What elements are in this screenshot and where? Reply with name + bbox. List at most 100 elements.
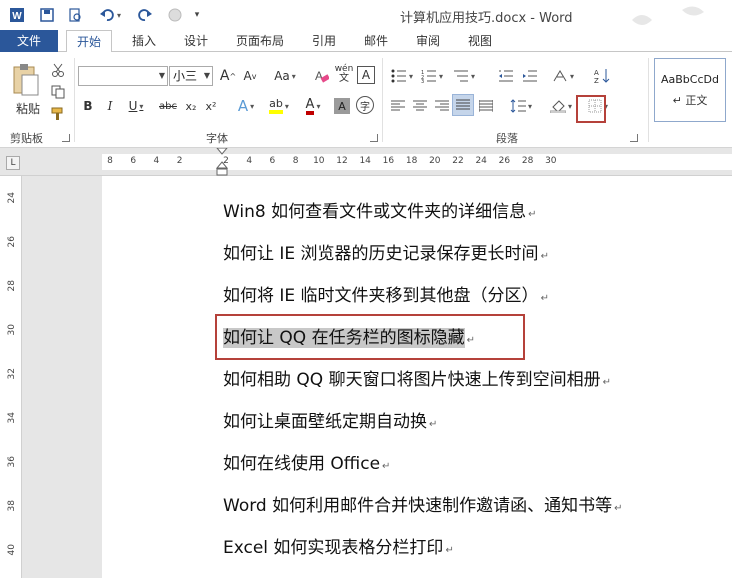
numbering-icon[interactable]: 1 2 3 ▾: [418, 66, 446, 86]
svg-text:W: W: [12, 11, 22, 22]
circle-button-icon[interactable]: [166, 5, 184, 25]
align-left-icon[interactable]: [388, 96, 408, 116]
cut-icon[interactable]: [48, 60, 68, 80]
bullets-icon[interactable]: ▾: [388, 66, 416, 86]
group-separator: [648, 58, 649, 142]
document-line[interactable]: 如何将 IE 临时文件夹移到其他盘（分区） ↵: [223, 285, 549, 310]
multilevel-list-icon[interactable]: ▾: [450, 66, 478, 86]
vertical-ruler-number: 32: [7, 368, 17, 380]
sort-icon[interactable]: AZ: [592, 66, 612, 86]
tab-home[interactable]: 开始: [66, 30, 112, 53]
print-preview-icon[interactable]: [66, 5, 84, 25]
tab-design[interactable]: 设计: [176, 30, 216, 52]
paste-button[interactable]: 粘贴: [8, 98, 48, 118]
ruler-number: 22: [452, 156, 464, 166]
title-bar: W ▾ ▾ 计算机应用技巧.docx - Word: [0, 0, 732, 105]
phonetic-guide-button[interactable]: wén 文: [334, 64, 354, 84]
tab-view[interactable]: 视图: [460, 30, 500, 52]
document-line[interactable]: 如何让桌面壁纸定期自动换 ↵: [223, 411, 437, 436]
justify-icon[interactable]: [452, 94, 474, 116]
ruler-number: 16: [382, 156, 395, 166]
style-name: ↵ 正文: [672, 93, 708, 107]
align-center-icon[interactable]: [410, 96, 430, 116]
tab-references[interactable]: 引用: [304, 30, 344, 52]
italic-button[interactable]: I: [102, 96, 118, 116]
vertical-ruler-number: 30: [7, 324, 17, 336]
borders-highlight-box: [576, 95, 606, 123]
svg-text:Z: Z: [594, 77, 599, 84]
font-name-combo[interactable]: ▼: [78, 66, 168, 86]
font-launcher-icon[interactable]: [370, 134, 378, 142]
style-normal-item[interactable]: AaBbCcDd ↵ 正文: [654, 58, 726, 122]
change-case-button[interactable]: Aa ▾: [270, 66, 300, 86]
distributed-icon[interactable]: [476, 96, 496, 116]
bold-button[interactable]: B: [80, 96, 96, 116]
ruler-number: 2: [223, 156, 229, 166]
subscript-button[interactable]: x₂: [182, 96, 200, 116]
selection-highlight-box: [215, 314, 525, 360]
tab-file[interactable]: 文件: [0, 30, 58, 52]
ruler-number: 8: [292, 156, 299, 166]
paragraph-launcher-icon[interactable]: [630, 134, 638, 142]
ruler-number: 30: [545, 156, 557, 166]
document-line[interactable]: Win8 如何查看文件或文件夹的详细信息 ↵: [223, 201, 537, 226]
underline-button[interactable]: U ▾: [124, 96, 148, 116]
highlight-button[interactable]: ab ▾: [264, 96, 294, 116]
format-painter-icon[interactable]: [48, 104, 68, 124]
ruler-number: 28: [521, 156, 534, 166]
shading-icon[interactable]: ▾: [546, 96, 576, 116]
page-gutter: [22, 176, 102, 578]
clear-format-icon[interactable]: A: [310, 66, 332, 86]
paragraph-mark: ↵: [382, 461, 391, 472]
ruler-number: 24: [475, 156, 487, 166]
ruler-number: 4: [246, 156, 253, 166]
vertical-ruler: 24 26 28 30 32 34 36 38 40: [6, 176, 22, 578]
character-border-button[interactable]: A: [357, 66, 375, 84]
paragraph-mark: ↵: [429, 419, 438, 430]
word-window: W ▾ ▾ 计算机应用技巧.docx - Word 文件 开始 插入 设计 页面…: [0, 0, 732, 578]
decrease-indent-icon[interactable]: [496, 66, 516, 86]
svg-text:A: A: [315, 69, 323, 83]
copy-icon[interactable]: [48, 82, 68, 102]
clipboard-launcher-icon[interactable]: [62, 134, 70, 142]
document-page[interactable]: Win8 如何查看文件或文件夹的详细信息 ↵ 如何让 IE 浏览器的历史记录保存更…: [102, 176, 732, 578]
tab-mailings[interactable]: 邮件: [356, 30, 396, 52]
save-icon[interactable]: [38, 5, 56, 25]
tab-insert[interactable]: 插入: [124, 30, 164, 52]
document-line[interactable]: Word 如何利用邮件合并快速制作邀请函、通知书等 ↵: [223, 495, 623, 520]
strikethrough-button[interactable]: abc: [156, 96, 180, 116]
vertical-ruler-number: 26: [7, 236, 17, 248]
vertical-ruler-number: 24: [7, 192, 17, 204]
font-color-button[interactable]: A ▾: [298, 96, 328, 116]
document-title: 计算机应用技巧.docx - Word: [400, 11, 573, 26]
character-shading-button[interactable]: A: [334, 98, 350, 114]
clipboard-paste-icon[interactable]: [8, 60, 42, 98]
increase-indent-icon[interactable]: [520, 66, 540, 86]
document-line[interactable]: 如何让 IE 浏览器的历史记录保存更长时间 ↵: [223, 243, 549, 268]
superscript-button[interactable]: x²: [202, 96, 220, 116]
chinese-layout-icon[interactable]: ▾: [548, 66, 578, 86]
grow-font-button[interactable]: A ^: [218, 66, 238, 86]
ruler-number: 10: [313, 156, 325, 166]
group-separator: [74, 58, 75, 142]
document-line[interactable]: 如何在线使用 Office ↵: [223, 453, 390, 478]
align-right-icon[interactable]: [432, 96, 452, 116]
shrink-font-button[interactable]: Av: [240, 66, 260, 86]
document-line[interactable]: Excel 如何实现表格分栏打印 ↵: [223, 537, 454, 562]
vertical-ruler-number: 40: [7, 544, 17, 556]
tab-review[interactable]: 审阅: [408, 30, 448, 52]
document-line[interactable]: 如何相助 QQ 聊天窗口将图片快速上传到空间相册 ↵: [223, 369, 611, 394]
enclose-characters-button[interactable]: 字: [356, 96, 374, 114]
redo-icon[interactable]: [136, 5, 154, 25]
vertical-ruler-number: 36: [7, 456, 17, 468]
tab-selector[interactable]: L: [6, 156, 20, 170]
highlighter-icon: ab: [269, 98, 283, 114]
line-spacing-icon[interactable]: ▾: [506, 96, 536, 116]
ruler-number: 14: [359, 156, 371, 166]
text-effects-button[interactable]: A ▾: [232, 96, 260, 116]
font-size-combo[interactable]: 小三 ▼: [169, 66, 213, 86]
customize-qa-icon[interactable]: ▾: [192, 5, 202, 25]
undo-icon[interactable]: ▾: [96, 5, 124, 25]
tab-page-layout[interactable]: 页面布局: [228, 30, 292, 52]
paragraph-group-label: 段落: [496, 132, 518, 145]
